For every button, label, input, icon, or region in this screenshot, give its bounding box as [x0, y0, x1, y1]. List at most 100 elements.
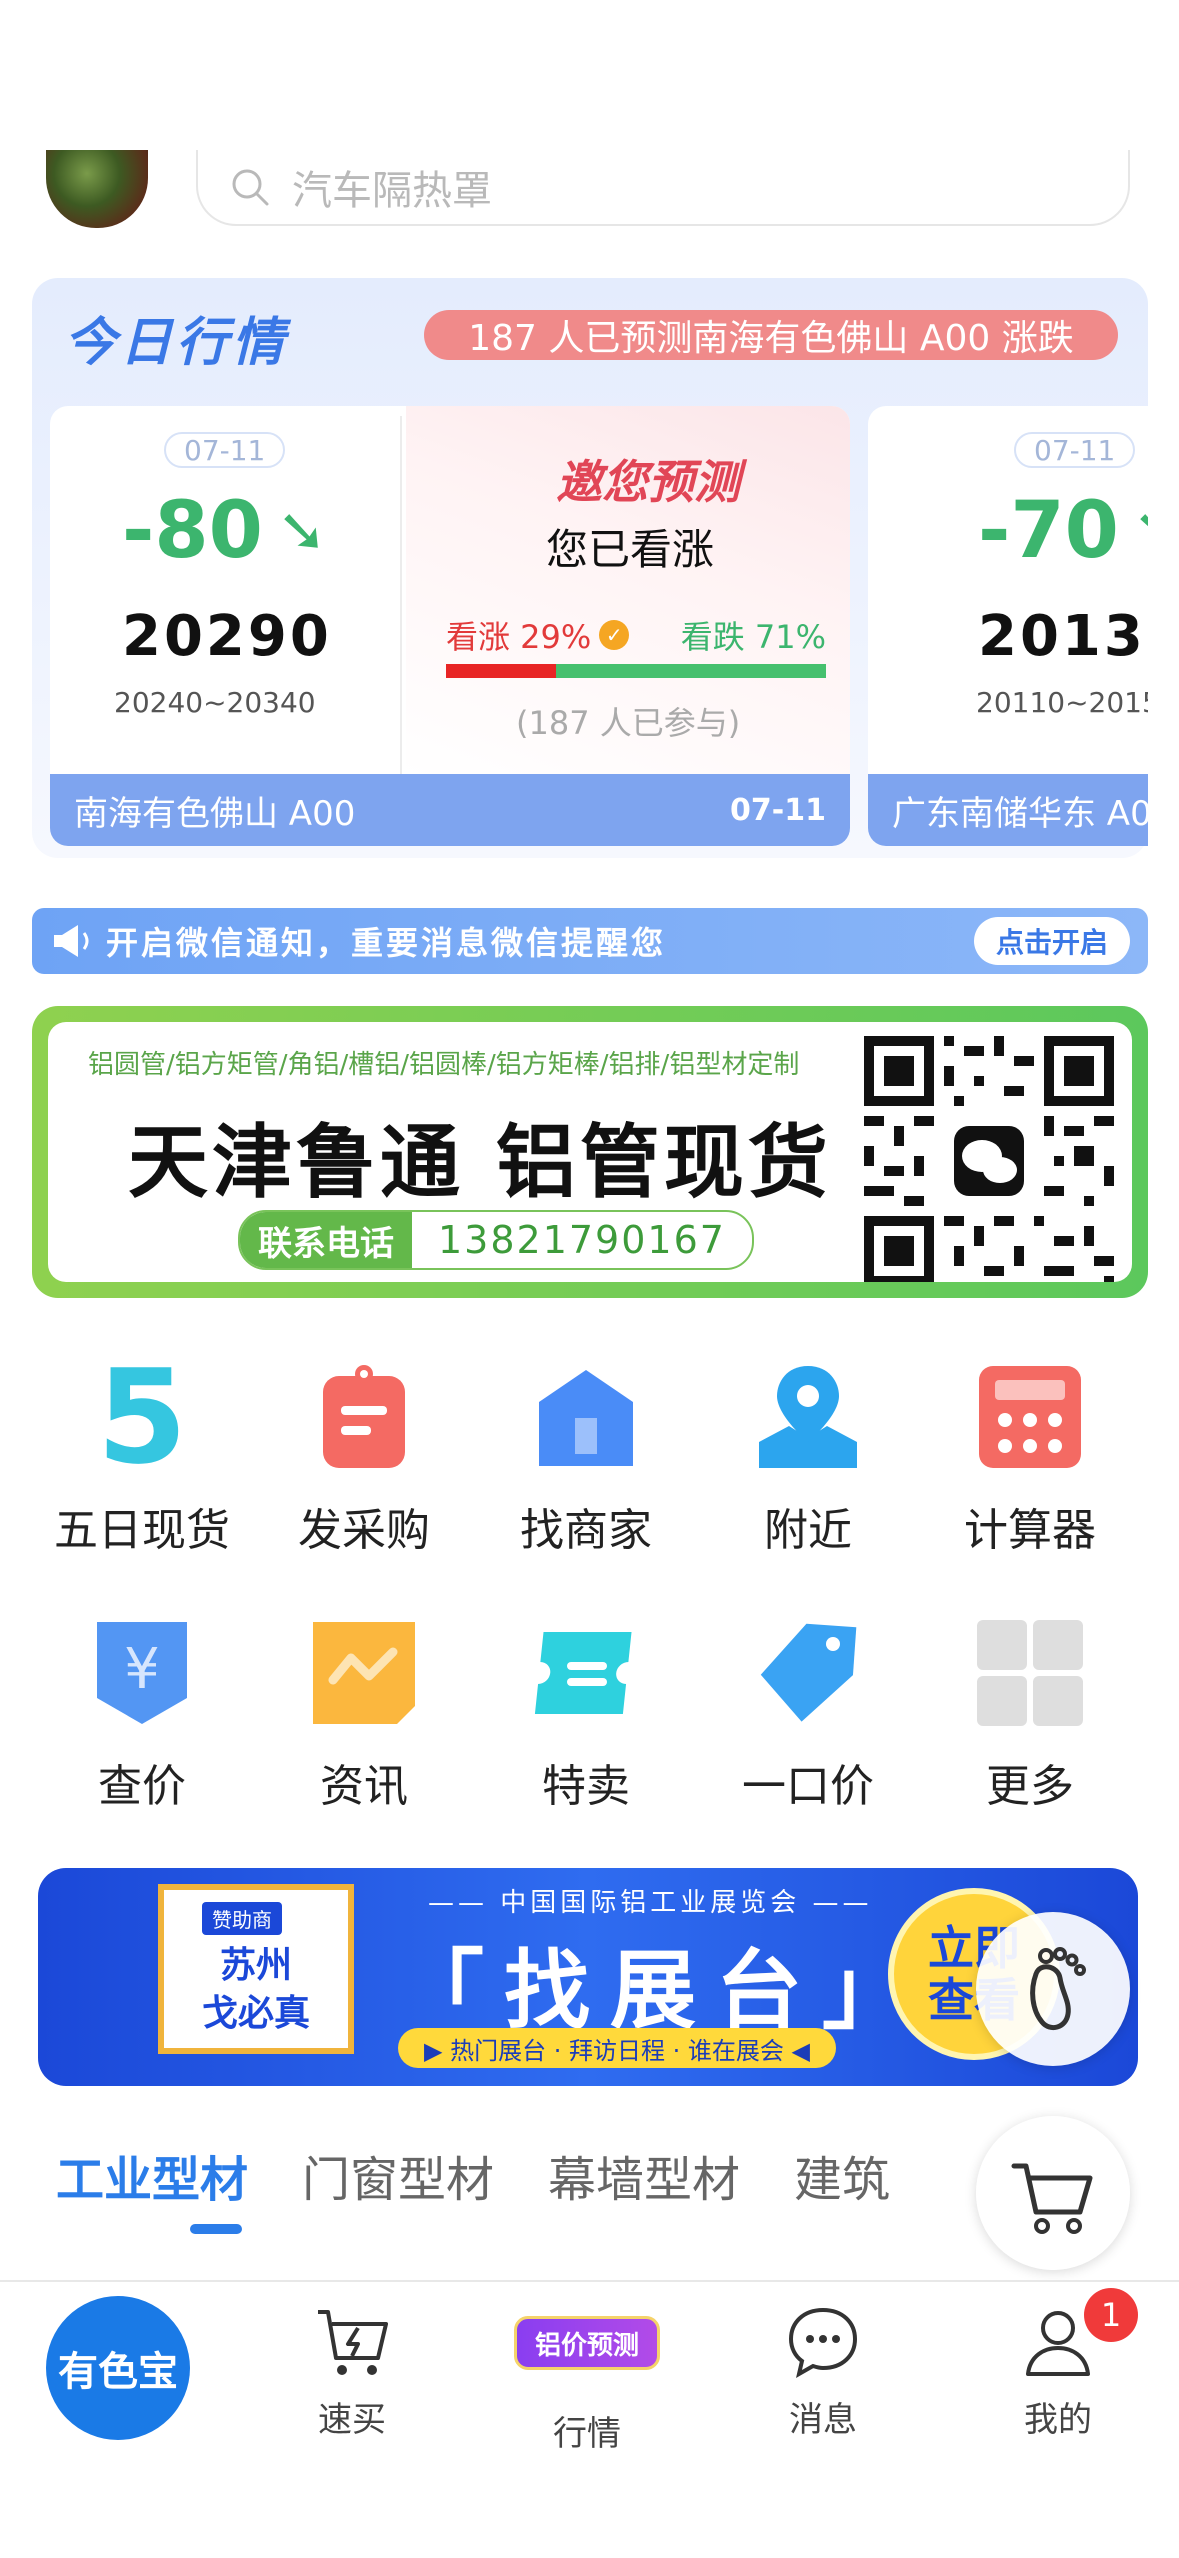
grid-label: 计算器: [964, 1505, 1096, 1556]
unread-badge: 1: [1084, 2288, 1138, 2342]
quote-price: 20290: [122, 604, 332, 669]
nav-market[interactable]: 铝价预测 行情: [512, 2302, 662, 2455]
category-tabs: 工业型材 门窗型材 幕墙型材 建筑: [56, 2140, 944, 2210]
news-icon: [309, 1618, 419, 1728]
sponsor-name-line: 戈必真: [201, 1993, 310, 2034]
ad-contact[interactable]: 联系电话 13821790167: [238, 1210, 754, 1270]
expo-banner[interactable]: 赞助商 苏州 戈必真 —— 中国国际铝工业展览会 —— 「找展台」 ▶ 热门展台…: [38, 1868, 1138, 2086]
expo-tags: ▶ 热门展台 · 拜访日程 · 谁在展会 ◀: [398, 2028, 836, 2068]
grid-check-price[interactable]: ¥ 查价: [42, 1618, 242, 1814]
footprint-icon: [1030, 1947, 1086, 2031]
quote-card[interactable]: 07-11 -80 ➘ 20290 20240~20340 邀您预测 您已看涨 …: [50, 406, 850, 846]
quote-date: 07-11: [164, 432, 286, 468]
prediction-panel[interactable]: 邀您预测 您已看涨 看涨 29% ✓ 看跌 71% (187 人已参与): [406, 406, 850, 776]
vote-bar: [446, 664, 826, 678]
quote-change-value: -70: [978, 486, 1119, 576]
quote-name: 广东南储华东 A0: [892, 793, 1148, 834]
cart-icon: [1011, 2163, 1093, 2234]
lightning-cart-icon: [312, 2302, 392, 2382]
ticket-icon: [531, 1618, 641, 1728]
megaphone-icon: [54, 925, 89, 957]
user-avatar[interactable]: [46, 150, 148, 228]
up-pct-label: 看涨 29%: [446, 618, 592, 656]
vote-bar-down: [556, 664, 826, 678]
svg-text:¥: ¥: [124, 1637, 160, 1702]
nav-home[interactable]: 有色宝: [46, 2296, 190, 2440]
enable-notify-button[interactable]: 点击开启: [973, 917, 1130, 965]
down-arrow-icon: ➘: [276, 496, 328, 566]
predict-banner[interactable]: 187 人已预测南海有色佛山 A00 涨跌: [424, 310, 1118, 360]
search-input[interactable]: 汽车隔热罩: [196, 150, 1130, 226]
grid-label: 一口价: [742, 1761, 874, 1812]
quote-price: 20130: [978, 604, 1148, 669]
yen-shield-icon: ¥: [87, 1618, 197, 1728]
quote-footer-date: 07-11: [730, 792, 826, 828]
tab-curtain-wall-profile[interactable]: 幕墙型材: [548, 2140, 740, 2210]
quote-change-value: -80: [122, 486, 263, 576]
active-tab-indicator: [190, 2224, 242, 2234]
grid-more-icon: [975, 1618, 1085, 1728]
tab-building[interactable]: 建筑: [794, 2140, 890, 2210]
bottom-nav: 有色宝 速买 铝价预测 行情 消息 我的: [0, 2280, 1179, 2558]
grid-find-merchant[interactable]: 找商家: [486, 1362, 686, 1558]
quote-date: 07-11: [1014, 432, 1136, 468]
quote-change: -70 ➘: [978, 486, 1148, 576]
grid-fixed-price[interactable]: 一口价: [708, 1618, 908, 1814]
contact-label: 联系电话: [240, 1212, 412, 1268]
check-icon: ✓: [599, 620, 630, 650]
quote-card[interactable]: 07-11 -70 ➘ 20130 20110~2015 广东南储华东 A0: [868, 406, 1148, 846]
footprint-float-button[interactable]: [976, 1912, 1130, 2066]
nav-label: 速买: [318, 2400, 386, 2440]
participants-count: (187 人已参与): [516, 704, 741, 742]
grid-label: 五日现货: [54, 1505, 230, 1556]
tab-window-profile[interactable]: 门窗型材: [302, 2140, 494, 2210]
notify-text: 开启微信通知，重要消息微信提醒您: [106, 924, 667, 962]
chat-icon: [783, 2302, 863, 2382]
contact-phone: 13821790167: [438, 1218, 726, 1262]
nav-quick-buy[interactable]: 速买: [277, 2302, 427, 2441]
prediction-status: 您已看涨: [546, 525, 715, 574]
quote-footer: 南海有色佛山 A00 07-11: [50, 774, 850, 846]
quote-range: 20110~2015: [976, 686, 1148, 719]
grid-five-day-spot[interactable]: 5 五日现货: [42, 1341, 242, 1558]
wechat-notify-bar[interactable]: 开启微信通知，重要消息微信提醒您 点击开启: [32, 908, 1148, 974]
price-tag-icon: [753, 1618, 863, 1728]
divider: [400, 416, 402, 776]
nav-messages[interactable]: 消息: [748, 2302, 898, 2441]
grid-label: 发采购: [298, 1505, 430, 1556]
grid-label: 更多: [986, 1761, 1074, 1812]
vote-bar-up: [446, 664, 557, 678]
ad-banner[interactable]: 铝圆管/铝方矩管/角铝/槽铝/铝圆棒/铝方矩棒/铝排/铝型材定制 天津鲁通 铝管…: [32, 1006, 1148, 1298]
grid-label: 附近: [764, 1505, 852, 1556]
grid-label: 找商家: [520, 1505, 652, 1556]
vote-row: 看涨 29% ✓ 看跌 71%: [446, 612, 826, 658]
svg-text:5: 5: [97, 1362, 187, 1472]
ad-headline: 天津鲁通 铝管现货: [128, 1115, 832, 1209]
up-pct: 看涨 29% ✓: [446, 612, 630, 658]
cart-float-button[interactable]: [976, 2116, 1130, 2270]
sponsor-board: 赞助商 苏州 戈必真: [158, 1884, 354, 2054]
qr-code-icon: [864, 1036, 1114, 1282]
grid-news[interactable]: 资讯: [264, 1618, 464, 1814]
grid-calculator[interactable]: 计算器: [930, 1362, 1130, 1558]
five-icon: 5: [87, 1341, 197, 1493]
grid-nearby[interactable]: 附近: [708, 1362, 908, 1558]
grid-post-purchase[interactable]: 发采购: [264, 1362, 464, 1558]
sponsor-name-line: 苏州: [219, 1945, 292, 1986]
sponsor-name: 苏州 戈必真: [164, 1942, 348, 2038]
down-pct: 看跌 71%: [680, 618, 826, 656]
grid-more[interactable]: 更多: [930, 1618, 1130, 1814]
market-title: 今日行情: [64, 313, 289, 373]
expo-title: 「找展台」: [398, 1941, 928, 2041]
quote-change: -80 ➘: [122, 486, 327, 576]
search-icon: [232, 169, 269, 206]
nav-label: 我的: [1024, 2400, 1092, 2440]
quote-name: 南海有色佛山 A00: [74, 793, 356, 834]
clipboard-icon: [309, 1362, 419, 1472]
house-icon: [531, 1362, 641, 1472]
search-placeholder: 汽车隔热罩: [292, 168, 492, 214]
promo-badge-icon: 铝价预测: [514, 2316, 660, 2396]
grid-label: 特卖: [542, 1761, 630, 1812]
tab-industrial-profile[interactable]: 工业型材: [56, 2140, 248, 2210]
grid-special-sale[interactable]: 特卖: [486, 1618, 686, 1814]
